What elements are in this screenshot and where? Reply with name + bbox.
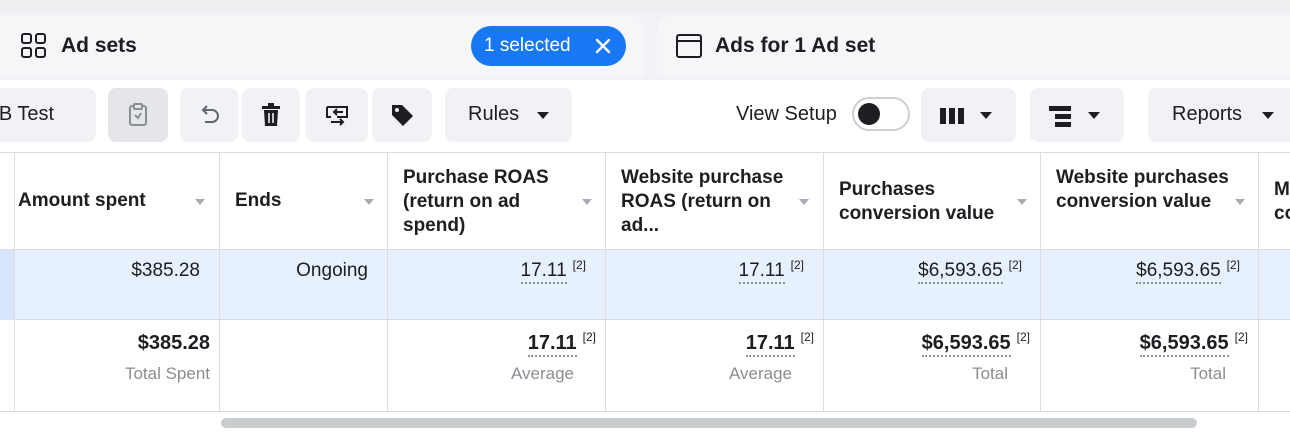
website-purchase-roas-value: 17.11 [738,260,785,284]
total-purchase-roas[interactable]: 17.11 [2] [527,330,596,357]
column-divider [823,152,824,412]
footnote-marker: [2] [800,330,814,344]
breakdown-dropdown[interactable] [1030,88,1124,142]
column-divider [1258,152,1259,412]
tab-ad-sets-label: Ad sets [61,34,137,57]
selected-count-pill[interactable]: 1 selected [471,26,626,66]
total-website-purchases-conversion-value-caption: Total [1190,364,1226,383]
view-setup-label: View Setup [736,103,837,125]
clear-selection-close-icon[interactable] [594,37,612,55]
tag-icon [392,105,413,126]
cell-website-purchases-conversion-value[interactable]: $6,593.65 [2] [1136,258,1240,284]
footnote-marker: [2] [582,330,596,344]
toolbar: A/B Test [0,80,1290,152]
total-purchase-roas-caption: Average [510,364,574,383]
horizontal-scrollbar[interactable] [0,412,1290,432]
column-header-amount-spent[interactable]: Amount spent [18,189,198,213]
tag-button[interactable] [372,88,432,142]
column-header-ends[interactable]: Ends [235,189,365,213]
sort-caret-icon[interactable] [1017,199,1027,205]
chevron-down-icon [1088,112,1100,119]
sort-caret-icon[interactable] [364,199,374,205]
ad-window-icon [675,32,703,60]
export-button[interactable] [306,88,368,142]
total-website-purchase-roas-caption: Average [728,364,792,383]
chevron-down-icon [980,112,992,119]
transfer-icon [326,106,348,126]
reports-dropdown[interactable]: Reports [1148,88,1290,142]
column-divider [219,152,220,412]
column-header-purchases-conversion-value[interactable]: Purchases conversion value [839,178,1011,226]
sort-caret-icon[interactable] [799,199,809,205]
ab-test-label: A/B Test [0,103,55,125]
chevron-down-icon [537,112,549,119]
total-website-purchases-conversion-value-amount: $6,593.65 [1139,332,1229,357]
total-amount-spent: $385.28 [137,332,210,354]
column-divider [605,152,606,412]
purchase-roas-value: 17.11 [520,260,567,284]
trash-icon [262,103,280,126]
ad-sets-grid-icon [20,32,48,60]
toggle-knob [858,103,880,125]
columns-icon [940,108,964,124]
undo-button[interactable] [180,88,238,142]
column-divider [1040,152,1041,412]
sort-caret-icon[interactable] [195,199,205,205]
view-setup-toggle[interactable] [852,97,910,131]
duplicate-button[interactable] [108,88,168,142]
ad-sets-table: Amount spent Ends Purchase ROAS (return … [0,152,1290,412]
total-purchases-conversion-value-caption: Total [972,364,1008,383]
rules-dropdown[interactable]: Rules [445,88,572,142]
undo-icon [201,105,219,123]
sort-caret-icon[interactable] [582,199,592,205]
footnote-marker: [2] [1234,330,1248,344]
clipboard-icon [129,103,147,126]
website-purchases-conversion-value: $6,593.65 [1136,260,1221,284]
total-website-purchase-roas[interactable]: 17.11 [2] [745,330,814,357]
ab-test-button[interactable]: A/B Test [0,88,96,142]
footnote-marker: [2] [1008,258,1022,272]
total-amount-spent-caption: Total Spent [124,364,210,383]
tab-ads[interactable]: Ads for 1 Ad set [657,16,1290,76]
sort-caret-icon[interactable] [1235,199,1245,205]
total-purchases-conversion-value-amount: $6,593.65 [921,332,1011,357]
footnote-marker: [2] [572,258,586,272]
footnote-marker: [2] [1016,330,1030,344]
reports-label: Reports [1172,103,1243,125]
column-divider [387,152,388,412]
total-purchase-roas-value: 17.11 [527,332,577,357]
top-strip [0,0,1290,12]
footnote-marker: [2] [790,258,804,272]
column-header-purchase-roas[interactable]: Purchase ROAS (return on ad spend) [403,166,575,238]
selected-count-label: 1 selected [484,35,571,56]
column-header-truncated[interactable]: M co [1274,178,1290,226]
footnote-marker: [2] [1226,258,1240,272]
breakdown-icon [1049,106,1071,127]
cell-amount-spent: $385.28 [131,260,200,281]
cell-purchase-roas[interactable]: 17.11 [2] [520,258,586,284]
total-website-purchases-conversion-value[interactable]: $6,593.65 [2] [1139,330,1248,357]
column-header-website-purchases-conversion-value[interactable]: Website purchases conversion value [1056,166,1232,214]
cell-purchases-conversion-value[interactable]: $6,593.65 [2] [918,258,1022,284]
columns-dropdown[interactable] [921,88,1016,142]
cell-ends: Ongoing [296,260,368,281]
cell-website-purchase-roas[interactable]: 17.11 [2] [738,258,804,284]
total-purchases-conversion-value[interactable]: $6,593.65 [2] [921,330,1030,357]
row-selection-marker [0,250,14,320]
total-website-purchase-roas-value: 17.11 [745,332,795,357]
scrollbar-thumb[interactable] [221,418,1197,428]
column-header-website-purchase-roas[interactable]: Website purchase ROAS (return on ad... [621,166,789,238]
purchases-conversion-value: $6,593.65 [918,260,1003,284]
delete-button[interactable] [242,88,300,142]
chevron-down-icon [1262,112,1274,119]
tab-ads-label: Ads for 1 Ad set [715,34,876,57]
column-divider [14,152,15,412]
rules-label: Rules [468,103,520,125]
